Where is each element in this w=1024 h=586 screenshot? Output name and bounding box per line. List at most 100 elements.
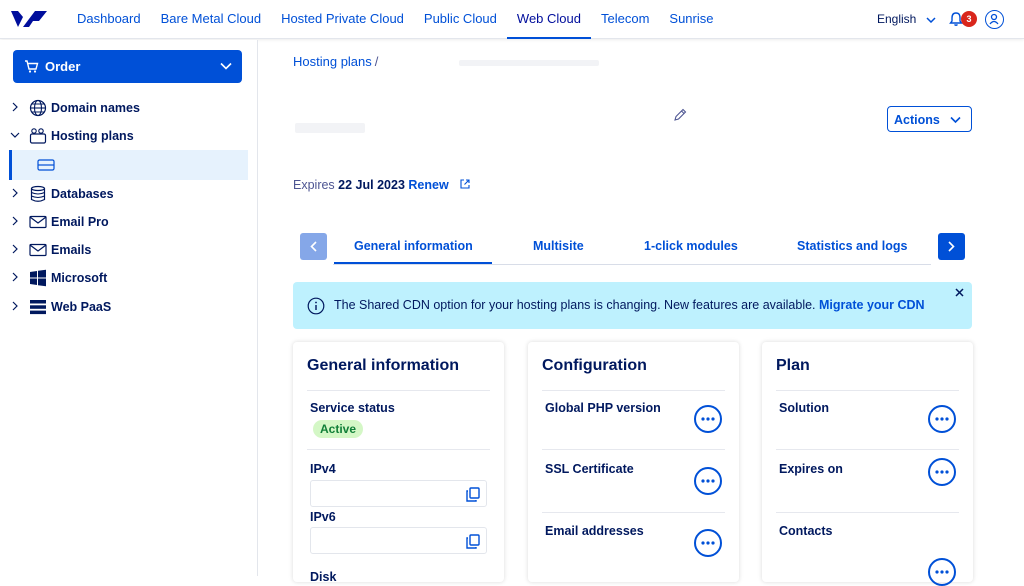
chevron-down-icon	[220, 62, 232, 70]
chevron-right-icon	[12, 188, 18, 198]
divider	[307, 390, 490, 391]
chevron-down-icon	[10, 132, 20, 138]
sidebar-item-email-pro[interactable]: Email Pro	[0, 209, 250, 235]
top-navbar: Dashboard Bare Metal Cloud Hosted Privat…	[0, 0, 1024, 39]
ssl-certificate-label: SSL Certificate	[545, 462, 634, 476]
tab-multisite[interactable]: Multisite	[533, 239, 584, 253]
nav-hosted-private-cloud[interactable]: Hosted Private Cloud	[271, 0, 414, 39]
language-label: English	[877, 12, 917, 26]
external-link-icon[interactable]	[460, 179, 470, 189]
actions-label: Actions	[894, 113, 940, 127]
globe-icon	[29, 99, 47, 117]
order-label: Order	[45, 59, 81, 74]
card-title: Configuration	[542, 357, 647, 374]
tab-statistics-and-logs[interactable]: Statistics and logs	[797, 239, 907, 253]
more-icon	[935, 570, 949, 574]
nav-public-cloud[interactable]: Public Cloud	[414, 0, 507, 39]
nav-sunrise[interactable]: Sunrise	[659, 0, 723, 39]
ipv6-label: IPv6	[310, 510, 336, 524]
tabs-divider	[333, 264, 931, 265]
user-account-icon[interactable]	[985, 10, 1004, 29]
breadcrumb-separator: /	[374, 54, 379, 69]
divider	[776, 449, 959, 450]
sidebar-subitem-hosting[interactable]	[9, 150, 248, 180]
divider	[776, 390, 959, 391]
sidebar-item-domain-names[interactable]: Domain names	[0, 95, 250, 121]
stack-icon	[30, 300, 46, 315]
chevron-down-icon	[950, 116, 961, 124]
chevron-right-icon	[12, 272, 18, 282]
php-version-menu-button[interactable]	[694, 405, 722, 433]
more-icon	[701, 541, 715, 545]
contacts-menu-button[interactable]	[928, 558, 956, 586]
solution-menu-button[interactable]	[928, 405, 956, 433]
email-addresses-label: Email addresses	[545, 524, 644, 538]
actions-button[interactable]: Actions	[887, 106, 972, 132]
tabs-prev-button[interactable]	[300, 233, 327, 260]
card-title: General information	[307, 357, 460, 374]
hosting-icon	[29, 128, 47, 144]
info-icon	[307, 297, 325, 315]
expires-prefix: Expires	[293, 178, 335, 192]
ovh-logo[interactable]	[9, 7, 49, 31]
ssl-certificate-menu-button[interactable]	[694, 467, 722, 495]
sidebar-item-microsoft[interactable]: Microsoft	[0, 265, 250, 291]
email-addresses-menu-button[interactable]	[694, 529, 722, 557]
tab-1-click-modules[interactable]: 1-click modules	[644, 239, 738, 253]
close-icon[interactable]	[955, 288, 964, 297]
expires-on-menu-button[interactable]	[928, 458, 956, 486]
sidebar-item-databases[interactable]: Databases	[0, 181, 250, 207]
nav-dashboard[interactable]: Dashboard	[67, 0, 151, 39]
more-icon	[701, 479, 715, 483]
sidebar-item-label: Domain names	[51, 101, 140, 115]
more-icon	[935, 470, 949, 474]
copy-icon[interactable]	[466, 487, 480, 502]
general-information-card: General information Service status Activ…	[293, 342, 504, 584]
expires-date: 22 Jul 2023	[338, 178, 405, 192]
notification-badge: 3	[961, 11, 977, 27]
divider	[542, 512, 725, 513]
order-button[interactable]: Order	[13, 50, 242, 83]
nav-web-cloud[interactable]: Web Cloud	[506, 0, 591, 39]
breadcrumb-hosting-plans[interactable]: Hosting plans	[293, 54, 372, 69]
sidebar-item-emails[interactable]: Emails	[0, 237, 250, 263]
status-badge: Active	[313, 420, 364, 438]
plan-card: Plan Solution Expires on Contacts	[762, 342, 973, 586]
database-icon	[30, 185, 46, 202]
disk-label: Disk	[310, 570, 337, 584]
mail-icon	[29, 215, 47, 229]
sidebar-item-label: Email Pro	[51, 215, 109, 229]
chevron-left-icon	[310, 241, 317, 252]
sidebar-item-hosting-plans[interactable]: Hosting plans	[0, 123, 250, 149]
sidebar: Order Domain names Hosting plans Databas…	[0, 40, 258, 576]
renew-link[interactable]: Renew	[408, 178, 448, 192]
contacts-label: Contacts	[779, 524, 833, 538]
ipv4-field[interactable]	[310, 480, 487, 507]
chevron-down-icon	[926, 17, 936, 23]
main-nav: Dashboard Bare Metal Cloud Hosted Privat…	[67, 0, 723, 39]
language-selector[interactable]: English	[877, 12, 936, 26]
banner-text: The Shared CDN option for your hosting p…	[334, 298, 925, 312]
sidebar-item-label: Databases	[51, 187, 114, 201]
migrate-cdn-link[interactable]: Migrate your CDN	[819, 298, 925, 312]
main-content: Hosting plans / Actions Expires 22 Jul 20…	[259, 40, 1011, 586]
ipv6-field[interactable]	[310, 527, 487, 554]
divider	[542, 390, 725, 391]
banner-message: The Shared CDN option for your hosting p…	[334, 298, 816, 312]
redacted-breadcrumb	[459, 60, 599, 66]
configuration-card: Configuration Global PHP version SSL Cer…	[528, 342, 739, 582]
expires-on-label: Expires on	[779, 462, 843, 476]
pencil-icon[interactable]	[673, 108, 687, 122]
copy-icon[interactable]	[466, 534, 480, 549]
nav-bare-metal-cloud[interactable]: Bare Metal Cloud	[151, 0, 271, 39]
sidebar-item-web-paas[interactable]: Web PaaS	[0, 294, 250, 320]
global-php-version-label: Global PHP version	[545, 401, 661, 415]
tabs-next-button[interactable]	[938, 233, 965, 260]
tab-general-information[interactable]: General information	[354, 239, 473, 253]
chevron-right-icon	[12, 102, 18, 112]
divider	[307, 449, 490, 450]
ipv4-label: IPv4	[310, 462, 336, 476]
mail-icon	[29, 243, 47, 257]
card-title: Plan	[776, 357, 810, 374]
nav-telecom[interactable]: Telecom	[591, 0, 659, 39]
